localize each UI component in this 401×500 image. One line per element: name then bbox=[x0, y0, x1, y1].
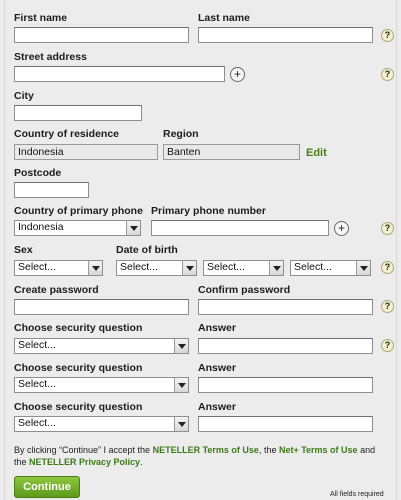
country-of-residence-field: Indonesia bbox=[14, 144, 158, 160]
net-plus-terms-link[interactable]: Net+ Terms of Use bbox=[279, 445, 358, 455]
neteller-terms-link[interactable]: NETELLER Terms of Use bbox=[153, 445, 259, 455]
sex-label: Sex bbox=[14, 244, 33, 256]
chevron-down-icon bbox=[356, 261, 370, 275]
city-field[interactable] bbox=[14, 105, 142, 121]
security-question-3-label: Choose security question bbox=[14, 401, 143, 413]
create-password-field[interactable] bbox=[14, 299, 189, 315]
street-address-label: Street address bbox=[14, 51, 87, 63]
answer-1-field[interactable] bbox=[198, 338, 373, 354]
security-question-3-value: Select... bbox=[18, 417, 56, 429]
chevron-down-icon bbox=[174, 378, 188, 392]
chevron-down-icon bbox=[182, 261, 196, 275]
postcode-label: Postcode bbox=[14, 167, 62, 179]
last-name-label: Last name bbox=[198, 12, 250, 24]
dob-day-value: Select... bbox=[120, 261, 158, 273]
sex-select[interactable]: Select... bbox=[14, 260, 103, 276]
region-field: Banten bbox=[163, 144, 300, 160]
dob-day-select[interactable]: Select... bbox=[116, 260, 197, 276]
answer-2-label: Answer bbox=[198, 362, 236, 374]
first-name-field[interactable] bbox=[14, 27, 189, 43]
first-name-label: First name bbox=[14, 12, 68, 24]
street-address-field[interactable] bbox=[14, 66, 225, 82]
required-note: All fields required bbox=[330, 491, 384, 498]
confirm-password-label: Confirm password bbox=[198, 284, 291, 296]
continue-button[interactable]: Continue bbox=[14, 476, 80, 498]
help-icon[interactable]: ? bbox=[381, 339, 394, 352]
chevron-down-icon bbox=[126, 221, 140, 235]
dob-year-select[interactable]: Select... bbox=[290, 260, 371, 276]
country-of-residence-label: Country of residence bbox=[14, 128, 120, 140]
answer-3-field[interactable] bbox=[198, 416, 373, 432]
region-label: Region bbox=[163, 128, 199, 140]
date-of-birth-label: Date of birth bbox=[116, 244, 178, 256]
security-question-2-select[interactable]: Select... bbox=[14, 377, 189, 393]
dob-month-select[interactable]: Select... bbox=[203, 260, 284, 276]
chevron-down-icon bbox=[174, 417, 188, 431]
help-icon[interactable]: ? bbox=[381, 222, 394, 235]
security-question-2-value: Select... bbox=[18, 378, 56, 390]
security-question-1-label: Choose security question bbox=[14, 322, 143, 334]
postcode-field[interactable] bbox=[14, 182, 89, 198]
add-address-line-button[interactable]: + bbox=[230, 67, 245, 82]
country-of-primary-phone-select[interactable]: Indonesia bbox=[14, 220, 141, 236]
dob-year-value: Select... bbox=[294, 261, 332, 273]
terms-text: By clicking “Continue” I accept the NETE… bbox=[14, 444, 389, 468]
terms-mid: , the bbox=[258, 445, 279, 455]
security-question-3-select[interactable]: Select... bbox=[14, 416, 189, 432]
security-question-1-select[interactable]: Select... bbox=[14, 338, 189, 354]
terms-prefix: By clicking “Continue” I accept the bbox=[14, 445, 153, 455]
answer-2-field[interactable] bbox=[198, 377, 373, 393]
sex-value: Select... bbox=[18, 261, 56, 273]
chevron-down-icon bbox=[269, 261, 283, 275]
security-question-2-label: Choose security question bbox=[14, 362, 143, 374]
create-password-label: Create password bbox=[14, 284, 99, 296]
help-icon[interactable]: ? bbox=[381, 68, 394, 81]
answer-1-label: Answer bbox=[198, 322, 236, 334]
primary-phone-number-field[interactable] bbox=[151, 220, 329, 236]
answer-3-label: Answer bbox=[198, 401, 236, 413]
last-name-field[interactable] bbox=[198, 27, 373, 43]
add-phone-button[interactable]: + bbox=[334, 221, 349, 236]
help-icon[interactable]: ? bbox=[381, 29, 394, 42]
chevron-down-icon bbox=[88, 261, 102, 275]
dob-month-value: Select... bbox=[207, 261, 245, 273]
primary-phone-number-label: Primary phone number bbox=[151, 205, 266, 217]
confirm-password-field[interactable] bbox=[198, 299, 373, 315]
country-of-primary-phone-value: Indonesia bbox=[18, 221, 64, 233]
terms-suffix: . bbox=[140, 457, 143, 467]
edit-link[interactable]: Edit bbox=[306, 147, 327, 159]
help-icon[interactable]: ? bbox=[381, 300, 394, 313]
chevron-down-icon bbox=[174, 339, 188, 353]
security-question-1-value: Select... bbox=[18, 339, 56, 351]
city-label: City bbox=[14, 90, 34, 102]
privacy-policy-link[interactable]: NETELLER Privacy Policy bbox=[29, 457, 140, 467]
country-of-primary-phone-label: Country of primary phone bbox=[14, 205, 143, 217]
help-icon[interactable]: ? bbox=[381, 261, 394, 274]
